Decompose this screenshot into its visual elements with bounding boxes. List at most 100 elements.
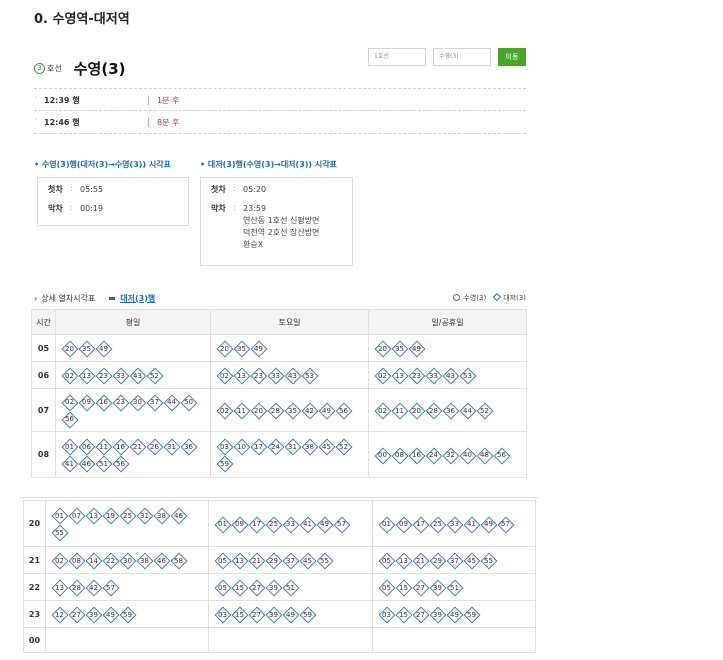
departure-minute: 36 [443,404,458,419]
minute-label: 30 [133,398,142,406]
minute-label: 58 [174,556,183,565]
minute-label: 32 [446,451,455,459]
minute-label: 24 [271,442,280,451]
departure-minute: 55 [481,554,496,569]
departure-minute: 50 [181,395,196,410]
bullet-icon: • [34,160,42,169]
minute-label: 02 [55,556,64,565]
minute-label: 11 [395,406,404,415]
departure-minute: 15 [396,608,411,623]
minute-label: 23 [254,371,263,380]
departure-minute: 23 [96,369,111,384]
departure-minute: 25 [430,517,445,532]
minute-label: 53 [305,371,314,380]
minute-label: 09 [235,520,244,528]
departure-minute: 28 [69,581,84,596]
departure-minute: 52 [336,440,351,455]
minute-label: 59 [123,610,132,619]
last-train-row: 막차 : 23:59 연산동 1호선 신평방면 덕천역 2호선 장산방면 환승X [211,203,342,251]
holiday-cell: 03 15 27 39 49 59 [372,600,536,628]
minute-label: 20 [412,406,421,415]
departure-minute: 13 [396,554,411,569]
departure-minute: 27 [249,608,264,623]
minute-label: 55 [320,556,329,565]
departure-minute: 39 [430,581,445,596]
timetable-title-right[interactable]: • 대저(3)행(수영(3)→대저(3)) 시각표 [200,159,337,170]
departure-minute: 38 [302,440,317,455]
minute-label: 01 [65,442,74,451]
minute-label: 25 [269,520,278,528]
minute-label: 31 [288,442,297,451]
minute-label: 16 [116,442,125,451]
departure-minute: 45 [300,554,315,569]
departure-minute: 24 [268,440,283,455]
minute-label: 52 [480,406,489,415]
minute-label: 02 [378,406,387,415]
minute-label: 38 [140,556,149,565]
legend-label: 수영(3) [463,294,487,302]
transfer-note: 환승X [243,240,264,249]
holiday-cell: 02 11 20 28 36 44 52 [368,388,527,432]
go-button[interactable]: 이동 [498,48,526,66]
minute-label: 27 [416,610,425,619]
arrival-remaining: 8분 후 [157,118,180,127]
hour-cell: 23 [23,600,46,628]
minute-label: 57 [337,520,346,528]
departure-minute: 20 [375,342,390,357]
departure-minute: 52 [477,404,492,419]
departure-minute: 27 [69,608,84,623]
divider [148,96,149,105]
minute-label: 15 [235,610,244,619]
legend-circle-item: 수영(3) [453,293,486,303]
arrival-time: 12:39 행 [44,96,80,105]
holiday-cell: 01 09 17 25 33 41 49 57 [372,500,536,547]
departure-minute: 19 [103,509,118,524]
departure-minute: 20 [217,342,232,357]
departure-minute: 10 [234,440,249,455]
minute-label: 33 [429,371,438,380]
table-row: 05 20 35 49 20 35 49 20 35 49 [31,334,527,362]
minute-label: 08 [72,556,81,565]
minute-label: 23 [99,371,108,380]
weekday-cell: 02 08 14 22 30 38 46 58 [45,546,209,574]
table-row: 20 01 07 13 19 25 31 38 46 55 01 09 17 25 33 41 49 57 01 09… [23,500,536,547]
departure-minute: 02 [217,404,232,419]
minute-label: 03 [220,442,229,451]
departure-minute: 11 [392,404,407,419]
minute-label: 40 [463,451,472,459]
weekday-cell: 01 07 13 19 25 31 38 46 55 [45,500,209,547]
legend-label: 대저(3) [503,294,526,302]
hour-cell: 20 [23,500,46,547]
minute-label: 39 [269,583,278,592]
line-number-circle: 3 [34,62,45,74]
departure-minute: 35 [392,342,407,357]
timetable-table-top: 시간 평일 토요일 일/공휴일 05 20 35 49 20 35 49 20 35 49 06 02… [31,309,527,478]
minute-label: 05 [218,583,227,592]
departure-minute: 12 [52,608,67,623]
timetable-title-left[interactable]: • 수영(3)행(대저(3)→수영(3)) 시각표 [34,159,171,170]
tab-daejeo[interactable]: 대저(3)행 [120,293,155,304]
minute-label: 20 [65,344,74,353]
hour-cell: 22 [23,573,46,601]
departure-minute: 17 [249,517,264,532]
departure-minute: 59 [217,457,232,472]
minute-label: 53 [463,371,472,380]
departure-minute: 30 [120,554,135,569]
departure-minute: 29 [266,554,281,569]
departure-minute: 57 [334,517,349,532]
departure-minute: 17 [413,517,428,532]
weekday-cell: 12 27 39 49 59 [45,600,209,628]
minute-label: 02 [378,371,387,380]
departure-minute: 57 [103,581,118,596]
departure-minute: 02 [375,404,390,419]
line-select[interactable]: 1호선 [368,48,426,66]
departure-minute: 42 [302,404,317,419]
departure-minute: 20 [62,342,77,357]
minute-label: 22 [106,556,115,565]
departure-minute: 09 [79,395,94,410]
minute-label: 36 [446,406,455,415]
departure-minute: 24 [426,448,441,463]
departure-minute: 39 [86,608,101,623]
station-select[interactable]: 수영(3) [433,48,491,66]
divider [22,497,538,498]
